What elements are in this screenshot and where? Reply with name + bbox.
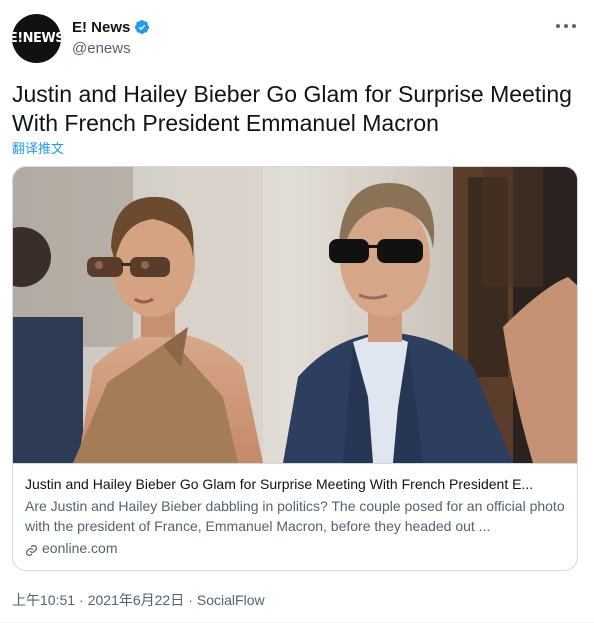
meta-separator: · (79, 592, 84, 608)
tweet-time[interactable]: 上午10:51 (12, 590, 75, 610)
tweet-metadata: 上午10:51 · 2021年6月22日 · SocialFlow (12, 590, 265, 610)
tweet-date[interactable]: 2021年6月22日 (88, 590, 185, 610)
author-handle[interactable]: @enews (72, 40, 150, 57)
author-block: E! News @enews (72, 17, 150, 57)
more-options-icon[interactable] (556, 18, 576, 34)
card-domain: eonline.com (42, 540, 118, 556)
card-domain-row: eonline.com (25, 538, 567, 558)
tweet-text: Justin and Hailey Bieber Go Glam for Sur… (12, 81, 572, 136)
name-row: E! News (72, 17, 150, 37)
avatar-logo-text: E!NEWS (12, 31, 61, 46)
meta-separator: · (188, 592, 193, 608)
card-image[interactable] (13, 167, 577, 463)
card-body[interactable]: Justin and Hailey Bieber Go Glam for Sur… (13, 463, 577, 558)
link-icon (25, 542, 38, 556)
card-description: Are Justin and Hailey Bieber dabbling in… (25, 498, 565, 534)
card-title: Justin and Hailey Bieber Go Glam for Sur… (25, 476, 534, 492)
tweet-source[interactable]: SocialFlow (197, 592, 265, 608)
link-preview-card[interactable]: Justin and Hailey Bieber Go Glam for Sur… (12, 166, 578, 571)
translate-tweet-link[interactable]: 翻译推文 (12, 138, 64, 157)
author-avatar[interactable]: E!NEWS (12, 14, 61, 63)
verified-badge-icon (134, 19, 150, 35)
author-display-name[interactable]: E! News (72, 19, 130, 36)
